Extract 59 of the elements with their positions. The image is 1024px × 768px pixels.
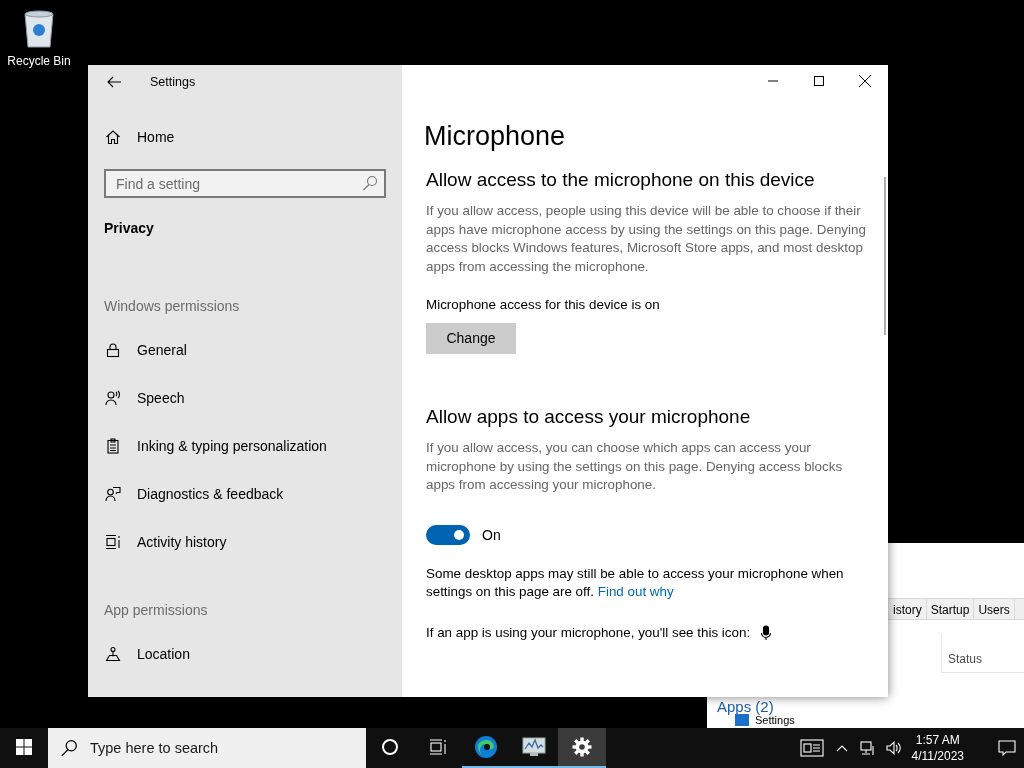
icon-note-text: If an app is using your microphone, you'll see this icon:: [426, 623, 751, 642]
home-icon: [105, 129, 121, 145]
notification-icon[interactable]: [998, 739, 1016, 757]
window-tab[interactable]: Users: [974, 599, 1015, 619]
speech-icon: [105, 390, 121, 406]
section-heading: Allow apps to access your microphone: [426, 405, 752, 428]
monitor-chart-icon[interactable]: [522, 736, 546, 758]
task-view-icon: [429, 738, 447, 756]
find-out-link[interactable]: Find out why: [597, 584, 674, 600]
clipboard-icon: [105, 438, 121, 454]
group-heading: App permissions: [104, 602, 209, 618]
maximize-icon: [814, 76, 824, 86]
clock[interactable]: 1:57 AM 4/11/2023: [911, 732, 964, 764]
nav-item[interactable]: Diagnostics & feedback: [104, 470, 386, 518]
back-icon[interactable]: [106, 74, 122, 90]
column-header[interactable]: Status: [941, 633, 1024, 673]
close-icon: [859, 75, 871, 87]
note-text: Some desktop apps may still be able to access your microphone when settings on this page are off. Find out why: [426, 564, 845, 602]
search-icon: [60, 739, 78, 757]
taskbar-search-field[interactable]: Type here to search: [48, 728, 366, 768]
windows-logo-icon: [16, 739, 32, 755]
nav-item[interactable]: Location: [104, 630, 386, 678]
group-heading: Apps (2): [717, 698, 774, 715]
nav-item[interactable]: Inking & typing personalization: [104, 422, 386, 470]
window-title: Settings: [150, 75, 196, 89]
lock-icon: [105, 342, 121, 358]
page-title: Microphone: [424, 121, 567, 152]
description-text: If you allow access, you can choose which apps can access your microphone by using the settings on this page. Denying access blocks apps from accessing your microphone.: [426, 438, 844, 495]
search-field[interactable]: Find a setting: [104, 169, 386, 198]
circle-icon: [381, 738, 399, 756]
toggle-label: On: [482, 526, 501, 543]
activity-icon: [105, 534, 121, 550]
browser-icon[interactable]: [474, 735, 498, 759]
volume-icon[interactable]: [885, 740, 902, 756]
feedback-icon: [105, 486, 121, 502]
change-button[interactable]: Change: [426, 322, 516, 354]
home-nav-item[interactable]: Home: [104, 113, 386, 161]
app-icon: [735, 714, 749, 726]
location-icon: [105, 646, 121, 662]
process-name: Settings: [755, 714, 795, 726]
status-text: Microphone access for this device is on: [426, 296, 661, 315]
nav-item[interactable]: Speech: [104, 374, 386, 422]
nav-item[interactable]: Activity history: [104, 518, 386, 566]
news-icon[interactable]: [799, 739, 824, 757]
nav-item[interactable]: General: [104, 326, 386, 374]
search-icon: [362, 175, 378, 191]
description-text: If you allow access, people using this device will be able to choose if their apps have microphone access by using the settings on this page. Denying access blocks Windows features, Microsoft Store apps, and most desktop apps from accessing the microphone.: [426, 202, 866, 276]
recycle-bin-icon[interactable]: [21, 8, 57, 48]
window-tab[interactable]: Startup: [926, 599, 975, 619]
window-tab[interactable]: istory: [889, 599, 927, 619]
section-heading: Allow access to the microphone on this device: [426, 169, 816, 191]
gear-icon[interactable]: [572, 737, 592, 757]
toggle-switch[interactable]: [426, 524, 470, 545]
section-title: Privacy: [104, 220, 155, 238]
network-icon[interactable]: [859, 740, 876, 756]
desktop-icon-label: Recycle Bin: [7, 54, 71, 68]
group-heading: Windows permissions: [104, 298, 241, 314]
scrollbar-thumb[interactable]: [884, 177, 886, 335]
taskbar-app[interactable]: [558, 728, 606, 768]
